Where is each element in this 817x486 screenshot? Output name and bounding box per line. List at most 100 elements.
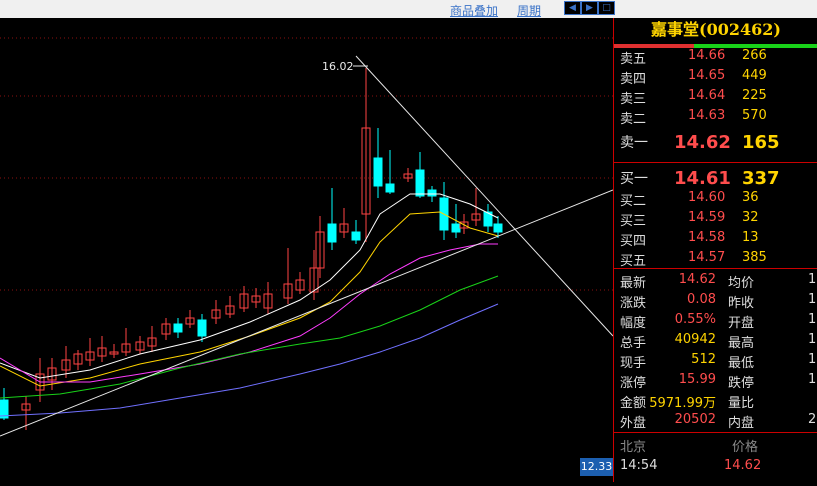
stat-value-2: 1: [808, 312, 817, 327]
ask-row[interactable]: 卖三 14.64 225: [614, 88, 817, 108]
bid-volume: 36: [742, 190, 759, 205]
stat-value: 5971.99万: [649, 396, 716, 411]
stat-label-2: 昨收: [728, 296, 755, 311]
bid-volume: 13: [742, 230, 759, 245]
candle-body: [451, 223, 461, 233]
candle-body: [385, 183, 395, 193]
bid-price: 14.59: [688, 210, 726, 225]
bid-row[interactable]: 买四 14.58 13: [614, 230, 817, 250]
kline-chart[interactable]: 16.02: [0, 18, 614, 482]
price-axis-tag: 12.33: [580, 458, 613, 476]
stat-value: 20502: [674, 412, 716, 427]
bid-label: 买三: [620, 214, 647, 229]
ask-row[interactable]: 卖四 14.65 449: [614, 68, 817, 88]
stat-label-2: 内盘: [728, 416, 755, 431]
stat-label-2: 开盘: [728, 316, 755, 331]
stat-row: 涨跌 0.08 昨收 1: [614, 292, 817, 311]
bid-label: 买一: [620, 171, 648, 187]
ask-label: 卖一: [620, 135, 648, 151]
stat-label: 总手: [620, 336, 647, 351]
stat-row: 总手 40942 最高 1: [614, 332, 817, 351]
candle-body: [351, 231, 361, 241]
stat-value: 40942: [674, 332, 716, 347]
stat-label-2: 最低: [728, 356, 755, 371]
overlay-link[interactable]: 商品叠加: [450, 2, 498, 19]
stat-label: 外盘: [620, 416, 647, 431]
support-trend-line: [0, 189, 614, 437]
stat-value: 0.55%: [674, 312, 716, 327]
tick-header-price: 价格: [732, 440, 759, 455]
candle-body: [373, 157, 383, 187]
peak-price-label: 16.02: [322, 60, 354, 73]
ask-price: 14.65: [688, 68, 726, 83]
stat-value-2: 1: [808, 332, 817, 347]
ask-label: 卖五: [620, 52, 647, 67]
bid-label: 买二: [620, 194, 647, 209]
ask-row[interactable]: 卖一 14.62 165: [614, 132, 817, 153]
bid-label: 买五: [620, 254, 647, 269]
tick-divider: [614, 432, 817, 433]
stat-label-2: 量比: [728, 396, 755, 411]
tick-header-location: 北京: [620, 440, 647, 455]
bid-price: 14.57: [688, 250, 726, 265]
stat-label: 幅度: [620, 316, 647, 331]
bid-row[interactable]: 买三 14.59 32: [614, 210, 817, 230]
stat-row: 最新 14.62 均价 1: [614, 272, 817, 291]
stats-divider: [614, 268, 817, 269]
resistance-trend-line: [355, 55, 614, 337]
ask-row[interactable]: 卖二 14.63 570: [614, 108, 817, 128]
stat-row: 外盘 20502 内盘 2: [614, 412, 817, 431]
stat-value: 0.08: [687, 292, 716, 307]
moving-average-line: [0, 211, 499, 387]
tick-price: 14.62: [724, 458, 762, 473]
stat-value-2: 1: [808, 292, 817, 307]
candle-body: [415, 169, 425, 197]
bid-label: 买四: [620, 234, 647, 249]
stat-row: 涨停 15.99 跌停 1: [614, 372, 817, 391]
stat-value: 14.62: [678, 272, 716, 287]
bid-row[interactable]: 买五 14.57 385: [614, 250, 817, 270]
ask-price: 14.62: [674, 132, 731, 153]
ask-row[interactable]: 卖五 14.66 266: [614, 48, 817, 68]
period-link[interactable]: 周期: [517, 2, 541, 19]
ask-label: 卖四: [620, 72, 647, 87]
bid-price: 14.61: [674, 168, 731, 189]
stat-value: 15.99: [678, 372, 716, 387]
ask-price: 14.66: [688, 48, 726, 63]
bid-ask-divider: [614, 162, 817, 163]
ask-volume: 165: [742, 132, 780, 153]
candle-body: [173, 323, 183, 333]
moving-average-line: [0, 193, 499, 379]
stat-label: 最新: [620, 276, 647, 291]
moving-average-line: [0, 303, 499, 417]
bid-volume: 337: [742, 168, 780, 189]
bid-row[interactable]: 买二 14.60 36: [614, 190, 817, 210]
stat-label: 现手: [620, 356, 647, 371]
stock-title: 嘉事堂(002462): [651, 20, 781, 39]
stat-label: 涨跌: [620, 296, 647, 311]
stat-label-2: 跌停: [728, 376, 755, 391]
ask-label: 卖三: [620, 92, 647, 107]
bid-price: 14.58: [688, 230, 726, 245]
prev-arrow-icon[interactable]: ◀: [564, 1, 581, 15]
stat-row: 金额 5971.99万 量比: [614, 392, 817, 411]
stat-value-2: 1: [808, 352, 817, 367]
expand-icon[interactable]: □: [598, 1, 615, 15]
stat-value-2: 1: [808, 372, 817, 387]
candle-body: [493, 223, 503, 233]
stat-label-2: 均价: [728, 276, 755, 291]
ask-volume: 225: [742, 88, 767, 103]
bid-volume: 32: [742, 210, 759, 225]
bid-row[interactable]: 买一 14.61 337: [614, 168, 817, 189]
stat-label: 涨停: [620, 376, 647, 391]
tick-time: 14:54: [620, 458, 658, 473]
ask-volume: 449: [742, 68, 767, 83]
bid-volume: 385: [742, 250, 767, 265]
moving-average-line: [0, 243, 498, 383]
stat-row: 现手 512 最低 1: [614, 352, 817, 371]
stat-value-2: 2: [808, 412, 817, 427]
kline-chart-panel[interactable]: 16.02: [0, 18, 614, 482]
quote-panel: 嘉事堂(002462) 卖五 14.66 266 卖四 14.65 449 卖三 14.64 2…: [613, 18, 817, 482]
stat-label: 金额: [620, 396, 647, 411]
next-arrow-icon[interactable]: ▶: [581, 1, 598, 15]
